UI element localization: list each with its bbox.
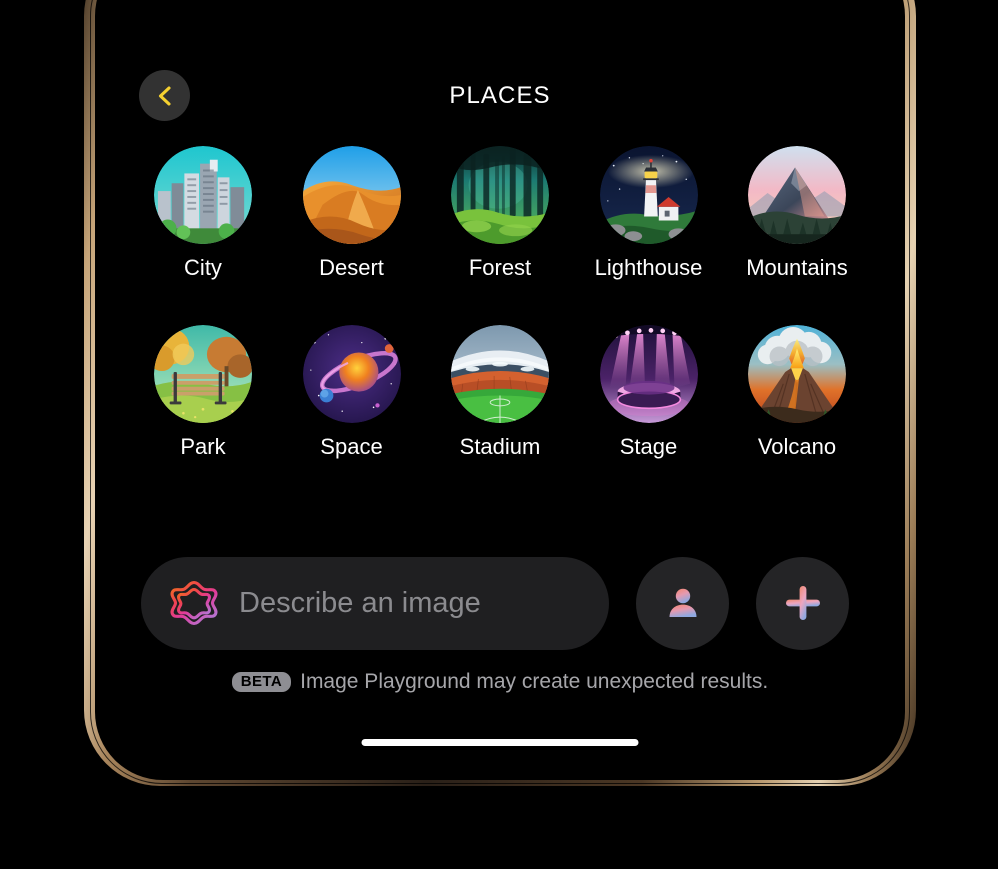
place-label: City [184, 255, 222, 280]
thumbnail-volcano [748, 325, 846, 423]
place-tile-desert[interactable]: Desert [290, 146, 414, 281]
place-label: Space [320, 434, 383, 459]
input-placeholder-text: Describe an image [239, 586, 481, 619]
grid-row: Park Space Stadium Stage Volcano [141, 325, 859, 460]
screenshot-root: PLACES City Desert Forest Lighthouse Mou… [0, 0, 998, 869]
grid-row: City Desert Forest Lighthouse Mountains [141, 146, 859, 281]
thumbnail-stadium [451, 325, 549, 423]
places-grid: City Desert Forest Lighthouse Mountains … [141, 146, 859, 460]
thumbnail-lighthouse [599, 146, 698, 244]
place-tile-stage[interactable]: Stage [587, 325, 711, 460]
beta-badge: BETA [231, 672, 292, 692]
phone-screen: PLACES City Desert Forest Lighthouse Mou… [95, 0, 905, 780]
place-label: Volcano [757, 434, 837, 459]
place-label: Stage [619, 434, 678, 459]
person-icon [663, 583, 703, 623]
add-button[interactable] [756, 556, 849, 650]
place-label: Desert [319, 255, 384, 280]
place-tile-forest[interactable]: Forest [438, 146, 562, 281]
describe-image-input[interactable]: Describe an image [141, 556, 609, 650]
place-tile-mountains[interactable]: Mountains [735, 146, 859, 281]
disclaimer: BETA Image Playground may create unexpec… [95, 670, 905, 694]
thumbnail-park [154, 325, 252, 423]
place-tile-stadium[interactable]: Stadium [438, 325, 562, 460]
place-tile-lighthouse[interactable]: Lighthouse [587, 146, 711, 281]
composer-bar: Describe an image [141, 556, 859, 650]
thumbnail-forest [451, 146, 549, 244]
thumbnail-city [154, 146, 252, 244]
page-title: PLACES [449, 82, 551, 109]
place-label: Forest [468, 255, 532, 280]
place-tile-park[interactable]: Park [141, 325, 265, 460]
header: PLACES [95, 68, 905, 128]
place-label: Park [180, 434, 226, 459]
place-tile-city[interactable]: City [141, 146, 265, 281]
thumbnail-desert [302, 146, 401, 244]
thumbnail-mountains [748, 146, 846, 244]
place-label: Mountains [746, 255, 848, 280]
thumbnail-stage [599, 325, 698, 423]
plus-icon [783, 583, 823, 623]
place-label: Lighthouse [594, 255, 703, 280]
apple-intelligence-icon [167, 576, 221, 630]
place-label: Stadium [459, 434, 541, 459]
home-indicator[interactable] [361, 739, 639, 746]
place-tile-space[interactable]: Space [290, 325, 414, 460]
disclaimer-text: Image Playground may create unexpected r… [300, 670, 769, 693]
place-tile-volcano[interactable]: Volcano [735, 325, 859, 460]
person-button[interactable] [636, 556, 729, 650]
thumbnail-space [302, 325, 401, 423]
